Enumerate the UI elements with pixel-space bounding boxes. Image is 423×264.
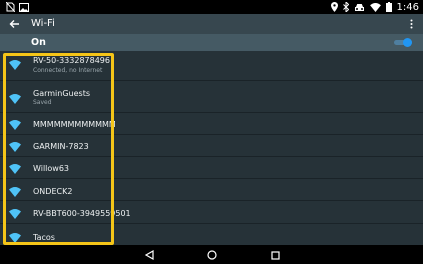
network-list: RV-50-3332878496 Connected, no Internet … [0, 51, 423, 245]
page-title: Wi-Fi [31, 18, 55, 29]
network-name: Willow63 [33, 164, 70, 173]
image-icon [19, 2, 29, 12]
app-bar: Wi-Fi [0, 14, 423, 34]
status-bar: 1:46 [0, 0, 423, 14]
wifi-signal-icon [9, 120, 21, 130]
wifi-signal-icon [9, 164, 21, 174]
wifi-switch[interactable] [394, 38, 412, 47]
network-row[interactable]: GarminGuests Saved [0, 80, 423, 113]
network-row[interactable]: MMMMMMMMMMMM [0, 112, 423, 135]
nav-back-button[interactable] [142, 248, 156, 262]
network-row[interactable]: GARMIN-7823 [0, 134, 423, 157]
wifi-toggle-row[interactable]: On [0, 34, 423, 51]
back-triangle-icon [144, 250, 154, 260]
wifi-signal-icon [9, 233, 21, 243]
overflow-menu-button[interactable] [407, 16, 415, 32]
wifi-signal-icon [9, 60, 21, 70]
network-name: MMMMMMMMMMMM [33, 120, 116, 129]
nav-home-button[interactable] [205, 248, 219, 262]
battery-icon [385, 2, 392, 12]
back-button[interactable] [6, 16, 22, 32]
network-name: RV-50-3332878496 [33, 56, 110, 65]
switch-thumb [403, 38, 412, 47]
network-status: Saved [33, 99, 52, 106]
wifi-signal-icon [9, 142, 21, 152]
recents-square-icon [270, 250, 280, 260]
network-row[interactable]: ONDECK2 [0, 178, 423, 201]
wifi-signal-icon [9, 94, 21, 104]
home-circle-icon [207, 250, 217, 260]
nav-recents-button[interactable] [268, 248, 282, 262]
network-name: GARMIN-7823 [33, 142, 89, 151]
no-sim-icon [6, 2, 15, 12]
network-row[interactable]: RV-BBT600-3949559501 [0, 200, 423, 224]
wifi-toggle-label: On [31, 37, 46, 48]
network-name: RV-BBT600-3949559501 [33, 209, 131, 218]
bluetooth-icon [342, 2, 349, 12]
back-arrow-icon [9, 20, 19, 28]
network-status: Connected, no Internet [33, 67, 103, 74]
wifi-signal-icon [9, 187, 21, 197]
wifi-signal-icon [9, 209, 21, 219]
network-name: GarminGuests [33, 89, 90, 98]
more-vert-icon [410, 19, 412, 29]
navigation-bar [0, 245, 423, 264]
status-time: 1:46 [396, 1, 419, 13]
network-row[interactable]: Willow63 [0, 156, 423, 179]
network-row[interactable]: RV-50-3332878496 Connected, no Internet [0, 51, 423, 81]
location-icon [330, 2, 338, 12]
network-row[interactable]: Tacos [0, 223, 423, 245]
car-icon [354, 3, 365, 12]
network-name: ONDECK2 [33, 187, 73, 196]
network-name: Tacos [33, 233, 55, 242]
wifi-status-icon [369, 2, 381, 12]
